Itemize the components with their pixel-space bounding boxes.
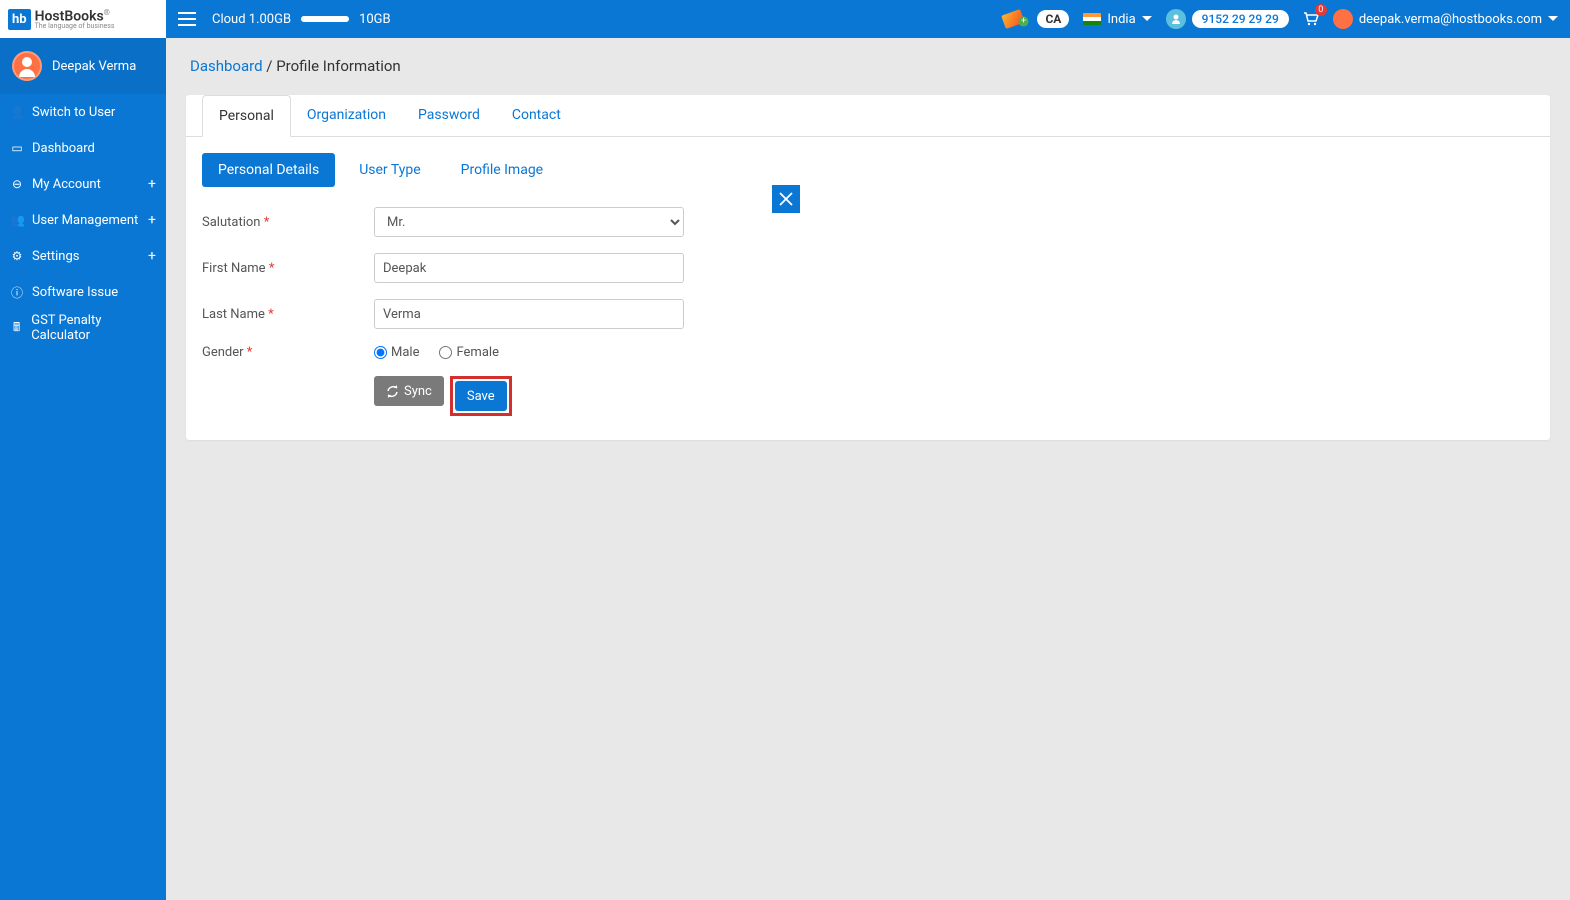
sidebar-item-dashboard[interactable]: ▭ Dashboard bbox=[0, 130, 166, 166]
storage-bar bbox=[301, 16, 349, 22]
sync-icon bbox=[386, 385, 399, 398]
content-area: Dashboard / Profile Information Personal… bbox=[166, 38, 1570, 900]
flag-icon bbox=[1083, 13, 1101, 25]
tab-password[interactable]: Password bbox=[402, 95, 496, 136]
plus-icon[interactable]: + bbox=[148, 248, 156, 264]
sidebar: Deepak Verma 👤 Switch to User ▭ Dashboard ⊖ M… bbox=[0, 38, 166, 900]
sidebar-item-label: Settings bbox=[32, 249, 79, 264]
sub-tabs: Personal DetailsUser Type Profile Image bbox=[186, 137, 1550, 187]
sync-button[interactable]: Sync bbox=[374, 376, 444, 406]
personal-details-form: Salutation * Mr. First Name * Last Name … bbox=[186, 187, 1550, 440]
sidebar-item-settings[interactable]: ⚙ Settings + bbox=[0, 238, 166, 274]
gender-label: Gender bbox=[202, 345, 244, 360]
subtab-personal-details[interactable]: Personal Details bbox=[202, 153, 335, 187]
gender-female-radio[interactable] bbox=[439, 346, 452, 359]
sidebar-item-software-issue[interactable]: ⓘ Software Issue bbox=[0, 274, 166, 310]
close-icon bbox=[779, 192, 793, 206]
nav-icon: ⓘ bbox=[10, 284, 24, 301]
breadcrumb-current: Profile Information bbox=[276, 57, 401, 75]
cloud-used: Cloud 1.00GB bbox=[212, 12, 291, 27]
sidebar-item-switch-to-user[interactable]: 👤 Switch to User bbox=[0, 94, 166, 130]
first-name-input[interactable] bbox=[374, 253, 684, 283]
avatar-icon bbox=[12, 51, 42, 81]
profile-card: PersonalOrganizationPasswordContact Pers… bbox=[186, 95, 1550, 440]
nav-icon: ⊖ bbox=[10, 177, 24, 191]
ticket-icon[interactable]: + bbox=[1002, 9, 1026, 29]
cart-icon[interactable]: 0 bbox=[1303, 12, 1319, 26]
tab-organization[interactable]: Organization bbox=[291, 95, 402, 136]
user-menu[interactable]: deepak.verma@hostbooks.com bbox=[1333, 9, 1558, 29]
nav-icon: 🖩 bbox=[10, 318, 23, 339]
tab-personal[interactable]: Personal bbox=[202, 95, 291, 137]
gender-male-radio[interactable] bbox=[374, 346, 387, 359]
sidebar-item-label: Switch to User bbox=[32, 105, 115, 120]
support-icon bbox=[1166, 9, 1186, 29]
gender-male-option[interactable]: Male bbox=[374, 345, 419, 360]
avatar-icon bbox=[1333, 9, 1353, 29]
plus-icon[interactable]: + bbox=[148, 176, 156, 192]
top-header: hb HostBooks® The language of business C… bbox=[0, 0, 1570, 38]
tab-contact[interactable]: Contact bbox=[496, 95, 577, 136]
sidebar-item-label: Dashboard bbox=[32, 141, 95, 156]
close-button[interactable] bbox=[772, 185, 800, 213]
sidebar-user[interactable]: Deepak Verma bbox=[0, 38, 166, 94]
sidebar-user-name: Deepak Verma bbox=[52, 59, 136, 74]
cloud-total: 10GB bbox=[359, 12, 391, 27]
nav-icon: ▭ bbox=[10, 141, 24, 155]
gender-female-option[interactable]: Female bbox=[439, 345, 498, 360]
salutation-label: Salutation bbox=[202, 215, 260, 230]
subtab-user-type[interactable]: User Type bbox=[343, 153, 436, 187]
nav-icon: 👤 bbox=[10, 105, 24, 119]
breadcrumb-root[interactable]: Dashboard bbox=[190, 57, 263, 75]
breadcrumb: Dashboard / Profile Information bbox=[186, 52, 1550, 85]
nav-icon: ⚙ bbox=[10, 249, 24, 263]
chevron-down-icon bbox=[1142, 16, 1152, 22]
subtab-profile-image[interactable]: Profile Image bbox=[445, 153, 559, 187]
cloud-storage: Cloud 1.00GB 10GB bbox=[212, 12, 391, 27]
plus-icon[interactable]: + bbox=[148, 212, 156, 228]
sidebar-item-label: GST Penalty Calculator bbox=[31, 313, 156, 343]
save-highlight: Save bbox=[450, 376, 512, 416]
menu-icon[interactable] bbox=[178, 12, 196, 26]
last-name-label: Last Name bbox=[202, 307, 265, 322]
logo[interactable]: hb HostBooks® The language of business bbox=[0, 0, 166, 38]
save-button[interactable]: Save bbox=[455, 381, 507, 411]
first-name-label: First Name bbox=[202, 261, 266, 276]
main-tabs: PersonalOrganizationPasswordContact bbox=[186, 95, 1550, 137]
sidebar-item-label: User Management bbox=[32, 213, 138, 228]
sidebar-item-my-account[interactable]: ⊖ My Account + bbox=[0, 166, 166, 202]
ca-badge[interactable]: CA bbox=[1037, 10, 1069, 28]
nav-icon: 👥 bbox=[10, 213, 24, 227]
chevron-down-icon bbox=[1548, 16, 1558, 22]
sidebar-item-label: Software Issue bbox=[32, 285, 118, 300]
logo-badge: hb bbox=[8, 9, 31, 30]
salutation-select[interactable]: Mr. bbox=[374, 207, 684, 237]
sidebar-item-label: My Account bbox=[32, 177, 101, 192]
support-phone[interactable]: 9152 29 29 29 bbox=[1166, 9, 1289, 29]
sidebar-item-user-management[interactable]: 👥 User Management + bbox=[0, 202, 166, 238]
sidebar-item-gst-penalty-calculator[interactable]: 🖩 GST Penalty Calculator bbox=[0, 310, 166, 346]
last-name-input[interactable] bbox=[374, 299, 684, 329]
country-selector[interactable]: India bbox=[1083, 12, 1151, 27]
cart-badge: 0 bbox=[1315, 4, 1327, 16]
logo-tagline: The language of business bbox=[35, 22, 115, 30]
